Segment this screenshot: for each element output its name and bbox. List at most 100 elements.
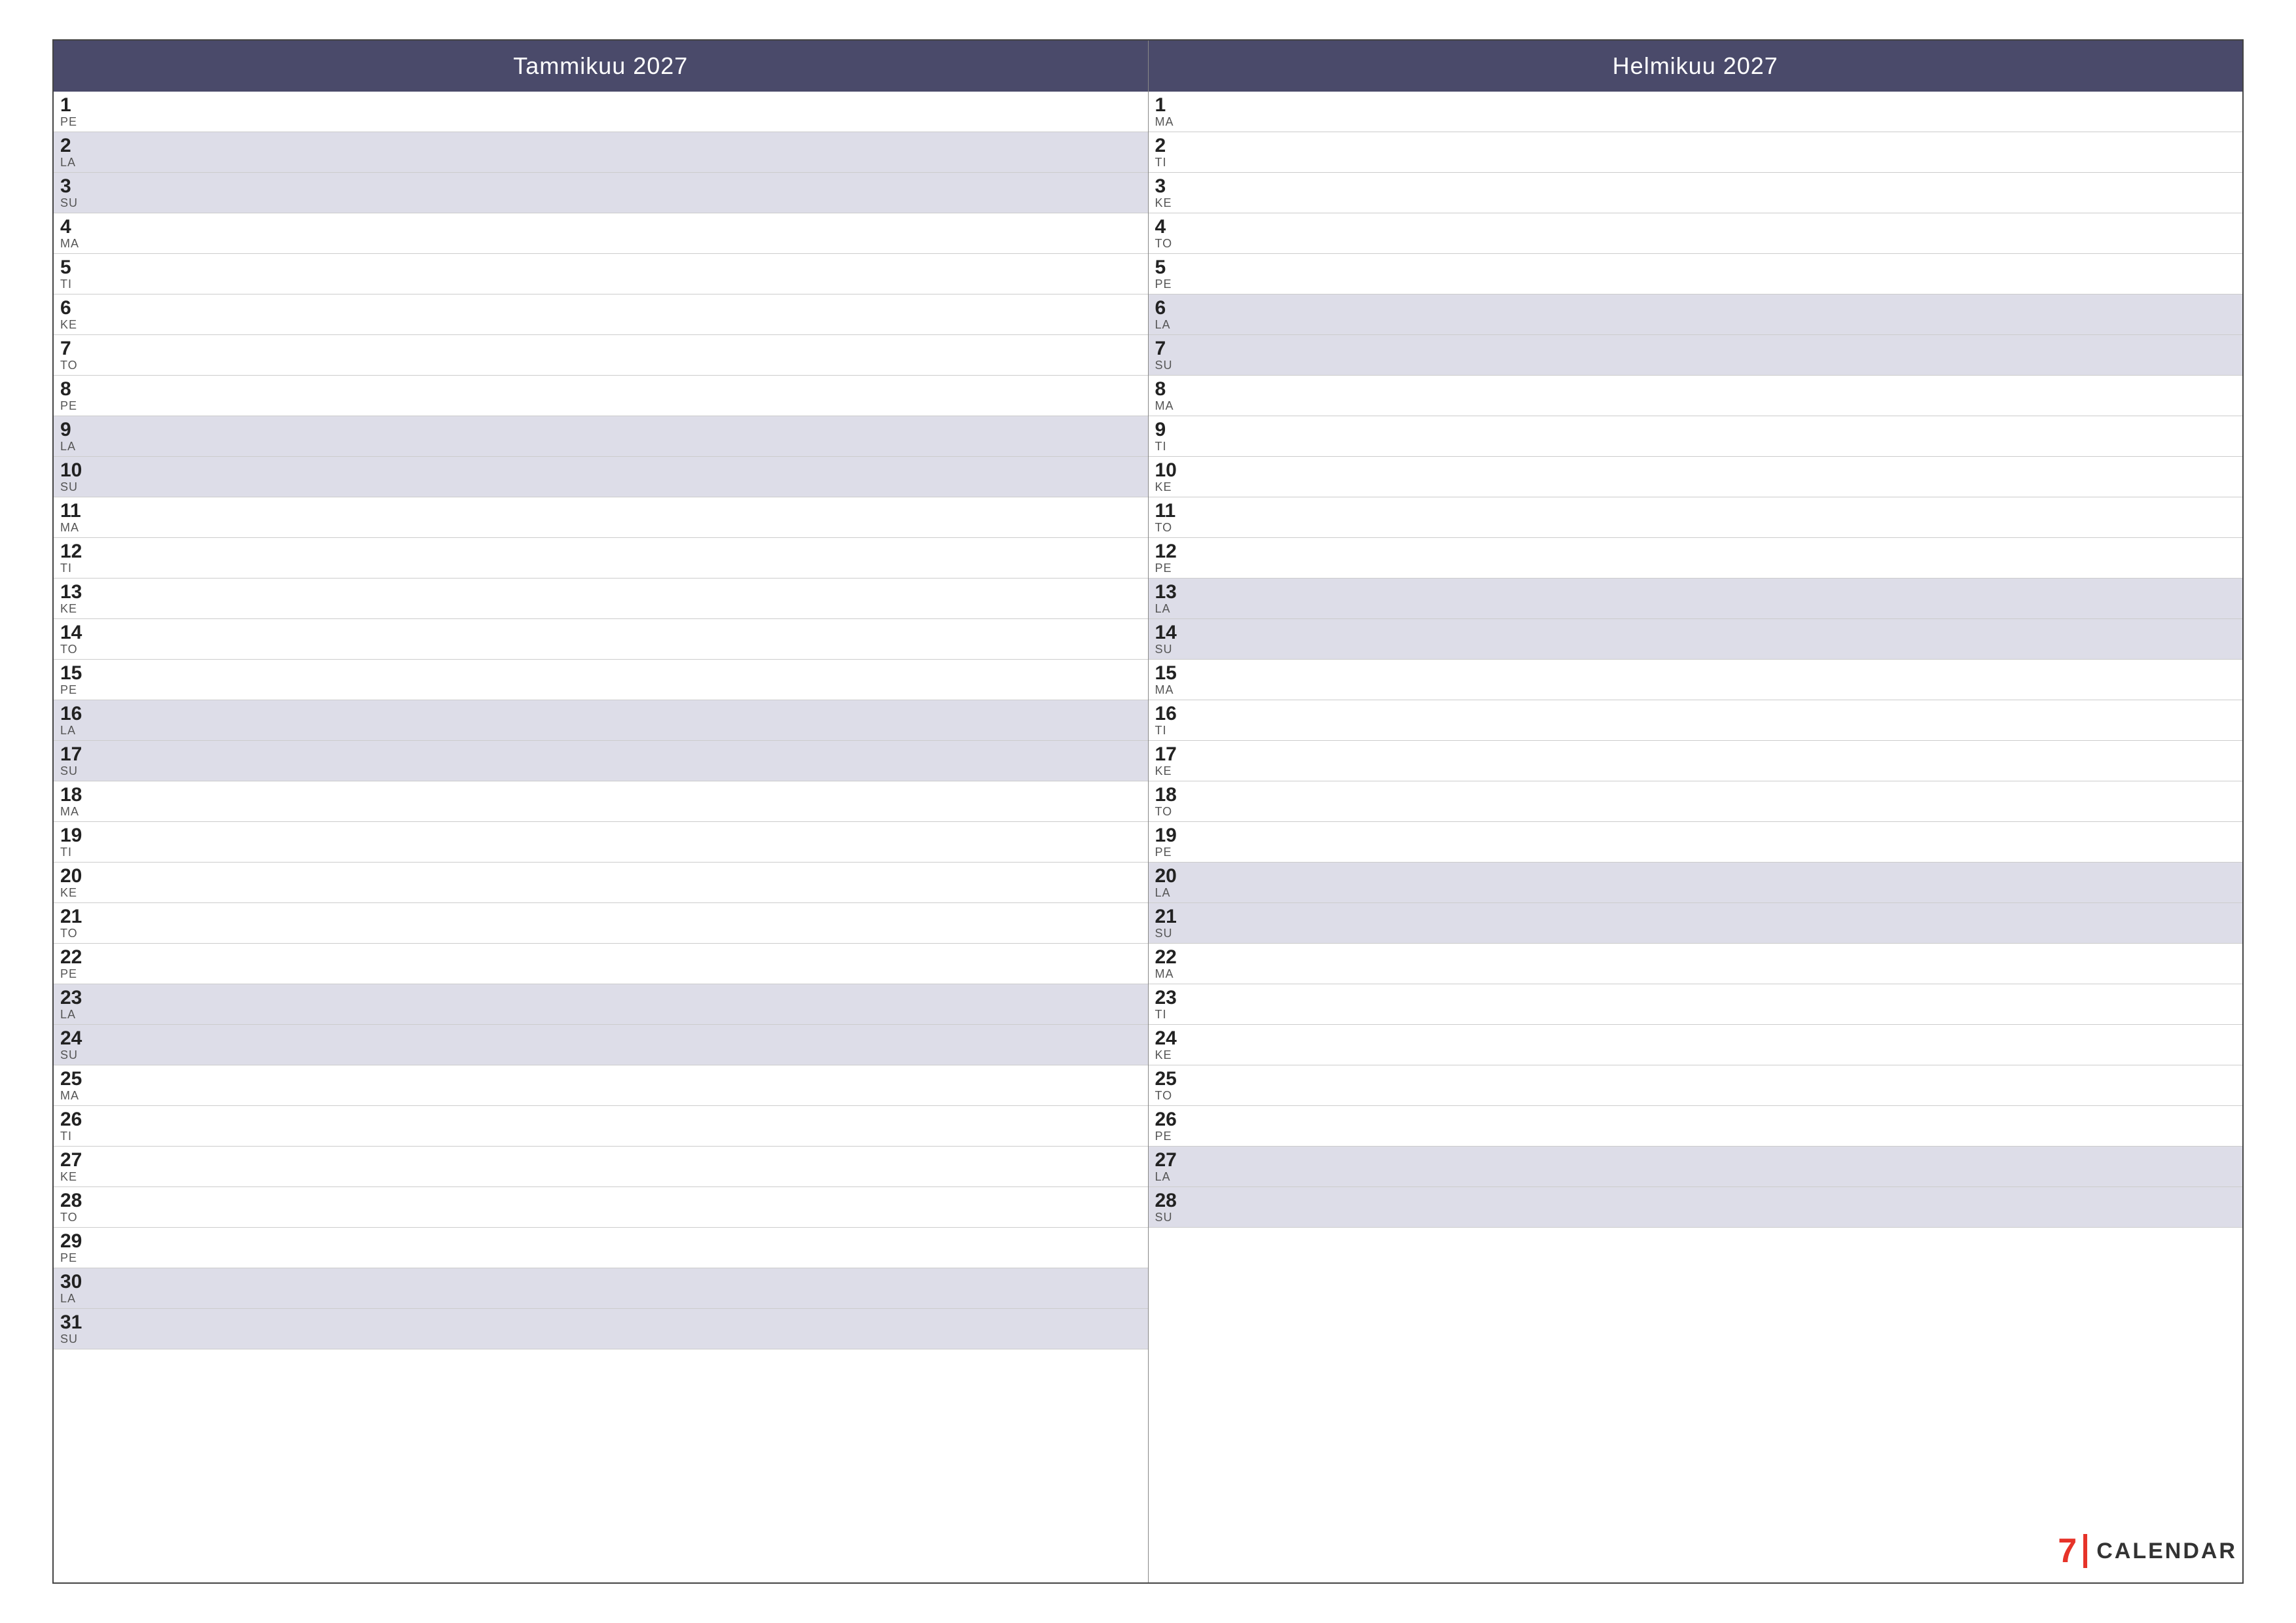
day-row: 21 SU: [1149, 903, 2243, 944]
day-row: 7 TO: [54, 335, 1148, 376]
day-number: 19: [1155, 825, 1177, 846]
day-number: 26: [60, 1109, 82, 1130]
day-number-col: 30 LA: [60, 1271, 106, 1306]
day-name: PE: [1155, 278, 1172, 291]
day-name: PE: [60, 1252, 77, 1265]
day-number: 18: [1155, 784, 1177, 806]
day-row: 31 SU: [54, 1309, 1148, 1349]
day-number: 16: [1155, 703, 1177, 724]
day-number: 11: [60, 500, 81, 522]
day-number-col: 16 LA: [60, 703, 106, 738]
day-row: 13 LA: [1149, 579, 2243, 619]
day-name: LA: [60, 440, 76, 454]
day-row: 9 TI: [1149, 416, 2243, 457]
day-row: 18 TO: [1149, 781, 2243, 822]
day-number: 26: [1155, 1109, 1177, 1130]
day-number: 7: [1155, 338, 1166, 359]
day-number: 23: [1155, 987, 1177, 1008]
day-name: SU: [60, 481, 78, 494]
day-number: 4: [1155, 216, 1166, 238]
day-number: 3: [1155, 175, 1166, 197]
day-number-col: 5 PE: [1155, 257, 1201, 291]
day-number: 22: [60, 946, 82, 968]
day-number: 15: [60, 662, 82, 684]
day-name: MA: [1155, 116, 1174, 129]
day-number: 28: [60, 1190, 82, 1211]
day-number-col: 11 TO: [1155, 500, 1201, 535]
day-name: LA: [60, 156, 76, 169]
day-number-col: 4 MA: [60, 216, 106, 251]
day-number: 9: [1155, 419, 1166, 440]
day-number: 25: [60, 1068, 82, 1090]
day-name: PE: [60, 400, 77, 413]
day-row: 20 LA: [1149, 863, 2243, 903]
day-number: 17: [1155, 743, 1177, 765]
day-row: 18 MA: [54, 781, 1148, 822]
day-number-col: 17 KE: [1155, 743, 1201, 778]
day-number: 8: [60, 378, 71, 400]
day-number-col: 2 TI: [1155, 135, 1201, 169]
day-number: 27: [60, 1149, 82, 1171]
day-number-col: 24 KE: [1155, 1027, 1201, 1062]
day-name: TI: [1155, 1008, 1167, 1022]
day-row: 28 TO: [54, 1187, 1148, 1228]
day-row: 10 KE: [1149, 457, 2243, 497]
day-row: 3 KE: [1149, 173, 2243, 213]
day-row: 12 PE: [1149, 538, 2243, 579]
day-number-col: 26 PE: [1155, 1109, 1201, 1143]
day-name: TI: [1155, 440, 1167, 454]
day-name: KE: [60, 1171, 77, 1184]
day-name: LA: [60, 1008, 76, 1022]
day-number-col: 23 TI: [1155, 987, 1201, 1022]
day-row: 16 TI: [1149, 700, 2243, 741]
day-number: 6: [1155, 297, 1166, 319]
day-number-col: 12 PE: [1155, 541, 1201, 575]
february-header: Helmikuu 2027: [1149, 41, 2243, 92]
day-number-col: 31 SU: [60, 1311, 106, 1346]
day-number-col: 20 KE: [60, 865, 106, 900]
day-name: SU: [60, 1049, 78, 1062]
day-row: 15 MA: [1149, 660, 2243, 700]
day-number-col: 12 TI: [60, 541, 106, 575]
february-days: 1 MA 2 TI 3 KE 4 TO 5 PE: [1149, 92, 2243, 1582]
day-number-col: 29 PE: [60, 1230, 106, 1265]
day-name: SU: [1155, 1211, 1173, 1224]
day-number: 8: [1155, 378, 1166, 400]
day-row: 27 KE: [54, 1147, 1148, 1187]
day-name: TO: [60, 1211, 78, 1224]
day-number: 7: [60, 338, 71, 359]
day-row: 14 SU: [1149, 619, 2243, 660]
day-number-col: 16 TI: [1155, 703, 1201, 738]
day-number-col: 20 LA: [1155, 865, 1201, 900]
day-number-col: 8 PE: [60, 378, 106, 413]
calendars-container: Tammikuu 2027 1 PE 2 LA 3 SU 4 MA: [52, 39, 2244, 1584]
day-number-col: 6 KE: [60, 297, 106, 332]
day-number: 27: [1155, 1149, 1177, 1171]
day-number-col: 5 TI: [60, 257, 106, 291]
day-number: 9: [60, 419, 71, 440]
day-row: 23 LA: [54, 984, 1148, 1025]
day-name: KE: [60, 603, 77, 616]
day-number: 13: [1155, 581, 1177, 603]
day-number-col: 25 TO: [1155, 1068, 1201, 1103]
day-name: PE: [60, 116, 77, 129]
day-name: KE: [1155, 197, 1172, 210]
day-number: 20: [60, 865, 82, 887]
day-number-col: 18 MA: [60, 784, 106, 819]
logo-area: 7 CALENDAR: [2058, 1531, 2237, 1571]
day-name: SU: [60, 765, 78, 778]
day-row: 1 PE: [54, 92, 1148, 132]
day-number-col: 18 TO: [1155, 784, 1201, 819]
day-row: 23 TI: [1149, 984, 2243, 1025]
day-number: 23: [60, 987, 82, 1008]
day-name: MA: [60, 522, 79, 535]
day-row: 8 MA: [1149, 376, 2243, 416]
day-number: 11: [1155, 500, 1176, 522]
day-number: 10: [1155, 459, 1177, 481]
day-row: 25 MA: [54, 1065, 1148, 1106]
logo-bar: [2083, 1534, 2087, 1568]
day-name: MA: [1155, 684, 1174, 697]
day-name: TI: [1155, 724, 1167, 738]
day-number: 2: [60, 135, 71, 156]
day-row: 2 LA: [54, 132, 1148, 173]
